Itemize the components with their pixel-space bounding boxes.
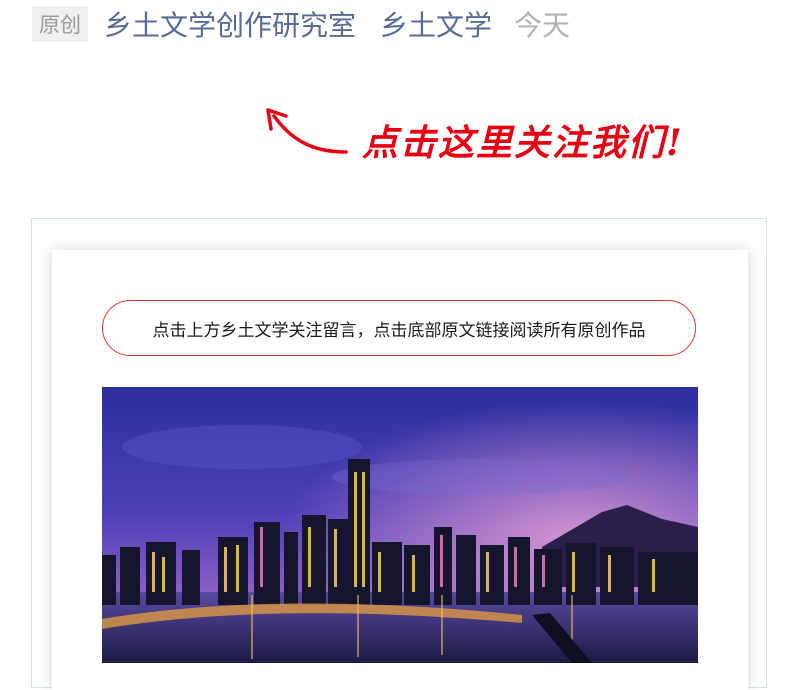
arrow-up-left-icon bbox=[266, 108, 348, 154]
author-name[interactable]: 乡土文学创作研究室 bbox=[104, 4, 356, 44]
account-name-link[interactable]: 乡土文学 bbox=[380, 4, 492, 44]
follow-notice: 点击上方乡土文学关注留言，点击底部原文链接阅读所有原创作品 bbox=[102, 300, 696, 356]
original-badge: 原创 bbox=[32, 6, 88, 42]
city-skyline-photo bbox=[102, 387, 698, 663]
follow-banner[interactable]: 点击这里关注我们! bbox=[262, 102, 694, 166]
follow-us-text: 点击这里关注我们! bbox=[362, 122, 684, 164]
publish-date: 今天 bbox=[514, 9, 571, 42]
article-meta: 原创 乡土文学创作研究室 乡土文学 今天 bbox=[32, 4, 570, 44]
content-card: 点击上方乡土文学关注留言，点击底部原文链接阅读所有原创作品 bbox=[52, 250, 748, 690]
